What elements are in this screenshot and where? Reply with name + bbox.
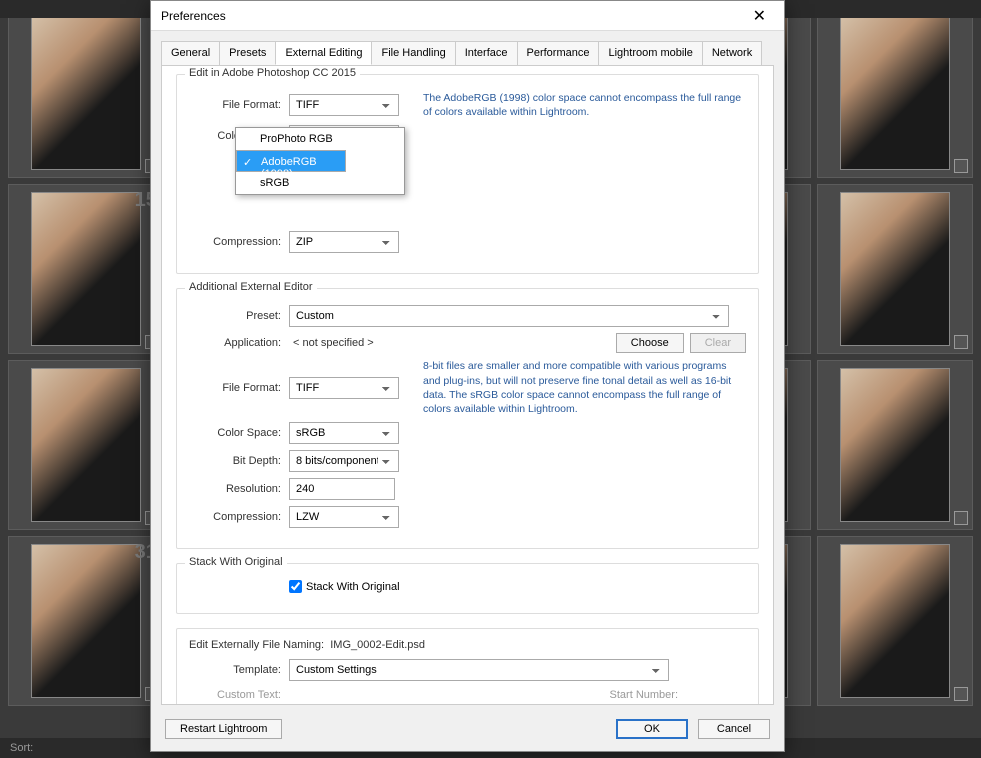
choose-button[interactable]: Choose	[616, 333, 684, 353]
tab-presets[interactable]: Presets	[219, 41, 276, 65]
check-icon: ✓	[243, 156, 252, 169]
file-format-select-2[interactable]: TIFF	[289, 377, 399, 399]
file-naming-prefix: Edit Externally File Naming:	[189, 639, 324, 651]
clear-button[interactable]: Clear	[690, 333, 746, 353]
stack-with-original-checkbox[interactable]	[289, 580, 302, 593]
resolution-input[interactable]	[289, 478, 395, 500]
tab-interface[interactable]: Interface	[455, 41, 518, 65]
option-prophoto-rgb[interactable]: ProPhoto RGB	[236, 128, 404, 150]
titlebar: Preferences ✕	[151, 1, 784, 31]
template-select[interactable]: Custom Settings	[289, 659, 669, 681]
option-adobergb-1998[interactable]: ✓AdobeRGB (1998)	[236, 150, 346, 172]
tab-lightroom-mobile[interactable]: Lightroom mobile	[598, 41, 702, 65]
tab-content: Edit in Adobe Photoshop CC 2015 File For…	[161, 65, 774, 705]
file-naming-value: IMG_0002-Edit.psd	[330, 639, 425, 651]
thumb-badge-icon	[954, 511, 968, 525]
file-format-select[interactable]: TIFF	[289, 94, 399, 116]
dialog-footer: Restart Lightroom OK Cancel	[151, 711, 784, 751]
start-number-label: Start Number:	[610, 689, 686, 701]
thumbnail[interactable]	[817, 8, 973, 178]
file-format-label: File Format:	[189, 99, 289, 111]
tab-network[interactable]: Network	[702, 41, 762, 65]
application-label: Application:	[189, 337, 289, 349]
resolution-label: Resolution:	[189, 483, 289, 495]
file-naming-group: Edit Externally File Naming: IMG_0002-Ed…	[176, 628, 759, 705]
color-space-label: Color Space:	[189, 427, 289, 439]
thumbnail[interactable]	[8, 360, 164, 530]
tab-bar: General Presets External Editing File Ha…	[151, 31, 784, 65]
compression-select-2[interactable]: LZW	[289, 506, 399, 528]
thumbnail[interactable]	[817, 360, 973, 530]
option-srgb[interactable]: sRGB	[236, 172, 404, 194]
sort-label: Sort:	[10, 742, 33, 754]
stack-with-original-label: Stack With Original	[306, 581, 400, 593]
thumb-badge-icon	[954, 687, 968, 701]
color-space-select-2[interactable]: sRGB	[289, 422, 399, 444]
restart-lightroom-button[interactable]: Restart Lightroom	[165, 719, 282, 739]
file-format-info: 8-bit files are smaller and more compati…	[423, 359, 746, 416]
thumbnail[interactable]	[817, 536, 973, 706]
close-icon[interactable]: ✕	[745, 4, 774, 28]
template-label: Template:	[189, 664, 289, 676]
thumbnail[interactable]: 31	[8, 536, 164, 706]
preset-label: Preset:	[189, 310, 289, 322]
thumb-badge-icon	[954, 159, 968, 173]
additional-external-editor-group: Additional External Editor Preset: Custo…	[176, 288, 759, 549]
thumbnail[interactable]	[8, 8, 164, 178]
file-format-label: File Format:	[189, 382, 289, 394]
compression-label: Compression:	[189, 236, 289, 248]
color-space-dropdown: ProPhoto RGB ✓AdobeRGB (1998) sRGB	[235, 127, 405, 195]
stack-with-original-group: Stack With Original Stack With Original	[176, 563, 759, 614]
compression-select[interactable]: ZIP	[289, 231, 399, 253]
group-title: Additional External Editor	[185, 281, 317, 293]
custom-text-label: Custom Text:	[189, 689, 289, 701]
colorspace-info: The AdobeRGB (1998) color space cannot e…	[423, 91, 746, 119]
ok-button[interactable]: OK	[616, 719, 688, 739]
tab-performance[interactable]: Performance	[517, 41, 600, 65]
cancel-button[interactable]: Cancel	[698, 719, 770, 739]
window-title: Preferences	[161, 9, 745, 23]
bit-depth-select[interactable]: 8 bits/component	[289, 450, 399, 472]
preset-select[interactable]: Custom	[289, 305, 729, 327]
thumbnail[interactable]: 15	[8, 184, 164, 354]
thumbnail[interactable]	[817, 184, 973, 354]
preferences-dialog: Preferences ✕ General Presets External E…	[150, 0, 785, 752]
thumb-badge-icon	[954, 335, 968, 349]
application-value: < not specified >	[293, 337, 616, 349]
group-title: Edit in Adobe Photoshop CC 2015	[185, 67, 360, 79]
bit-depth-label: Bit Depth:	[189, 455, 289, 467]
tab-general[interactable]: General	[161, 41, 220, 65]
group-title: Stack With Original	[185, 556, 287, 568]
tab-external-editing[interactable]: External Editing	[275, 41, 372, 65]
edit-in-photoshop-group: Edit in Adobe Photoshop CC 2015 File For…	[176, 74, 759, 274]
compression-label: Compression:	[189, 511, 289, 523]
tab-file-handling[interactable]: File Handling	[371, 41, 455, 65]
